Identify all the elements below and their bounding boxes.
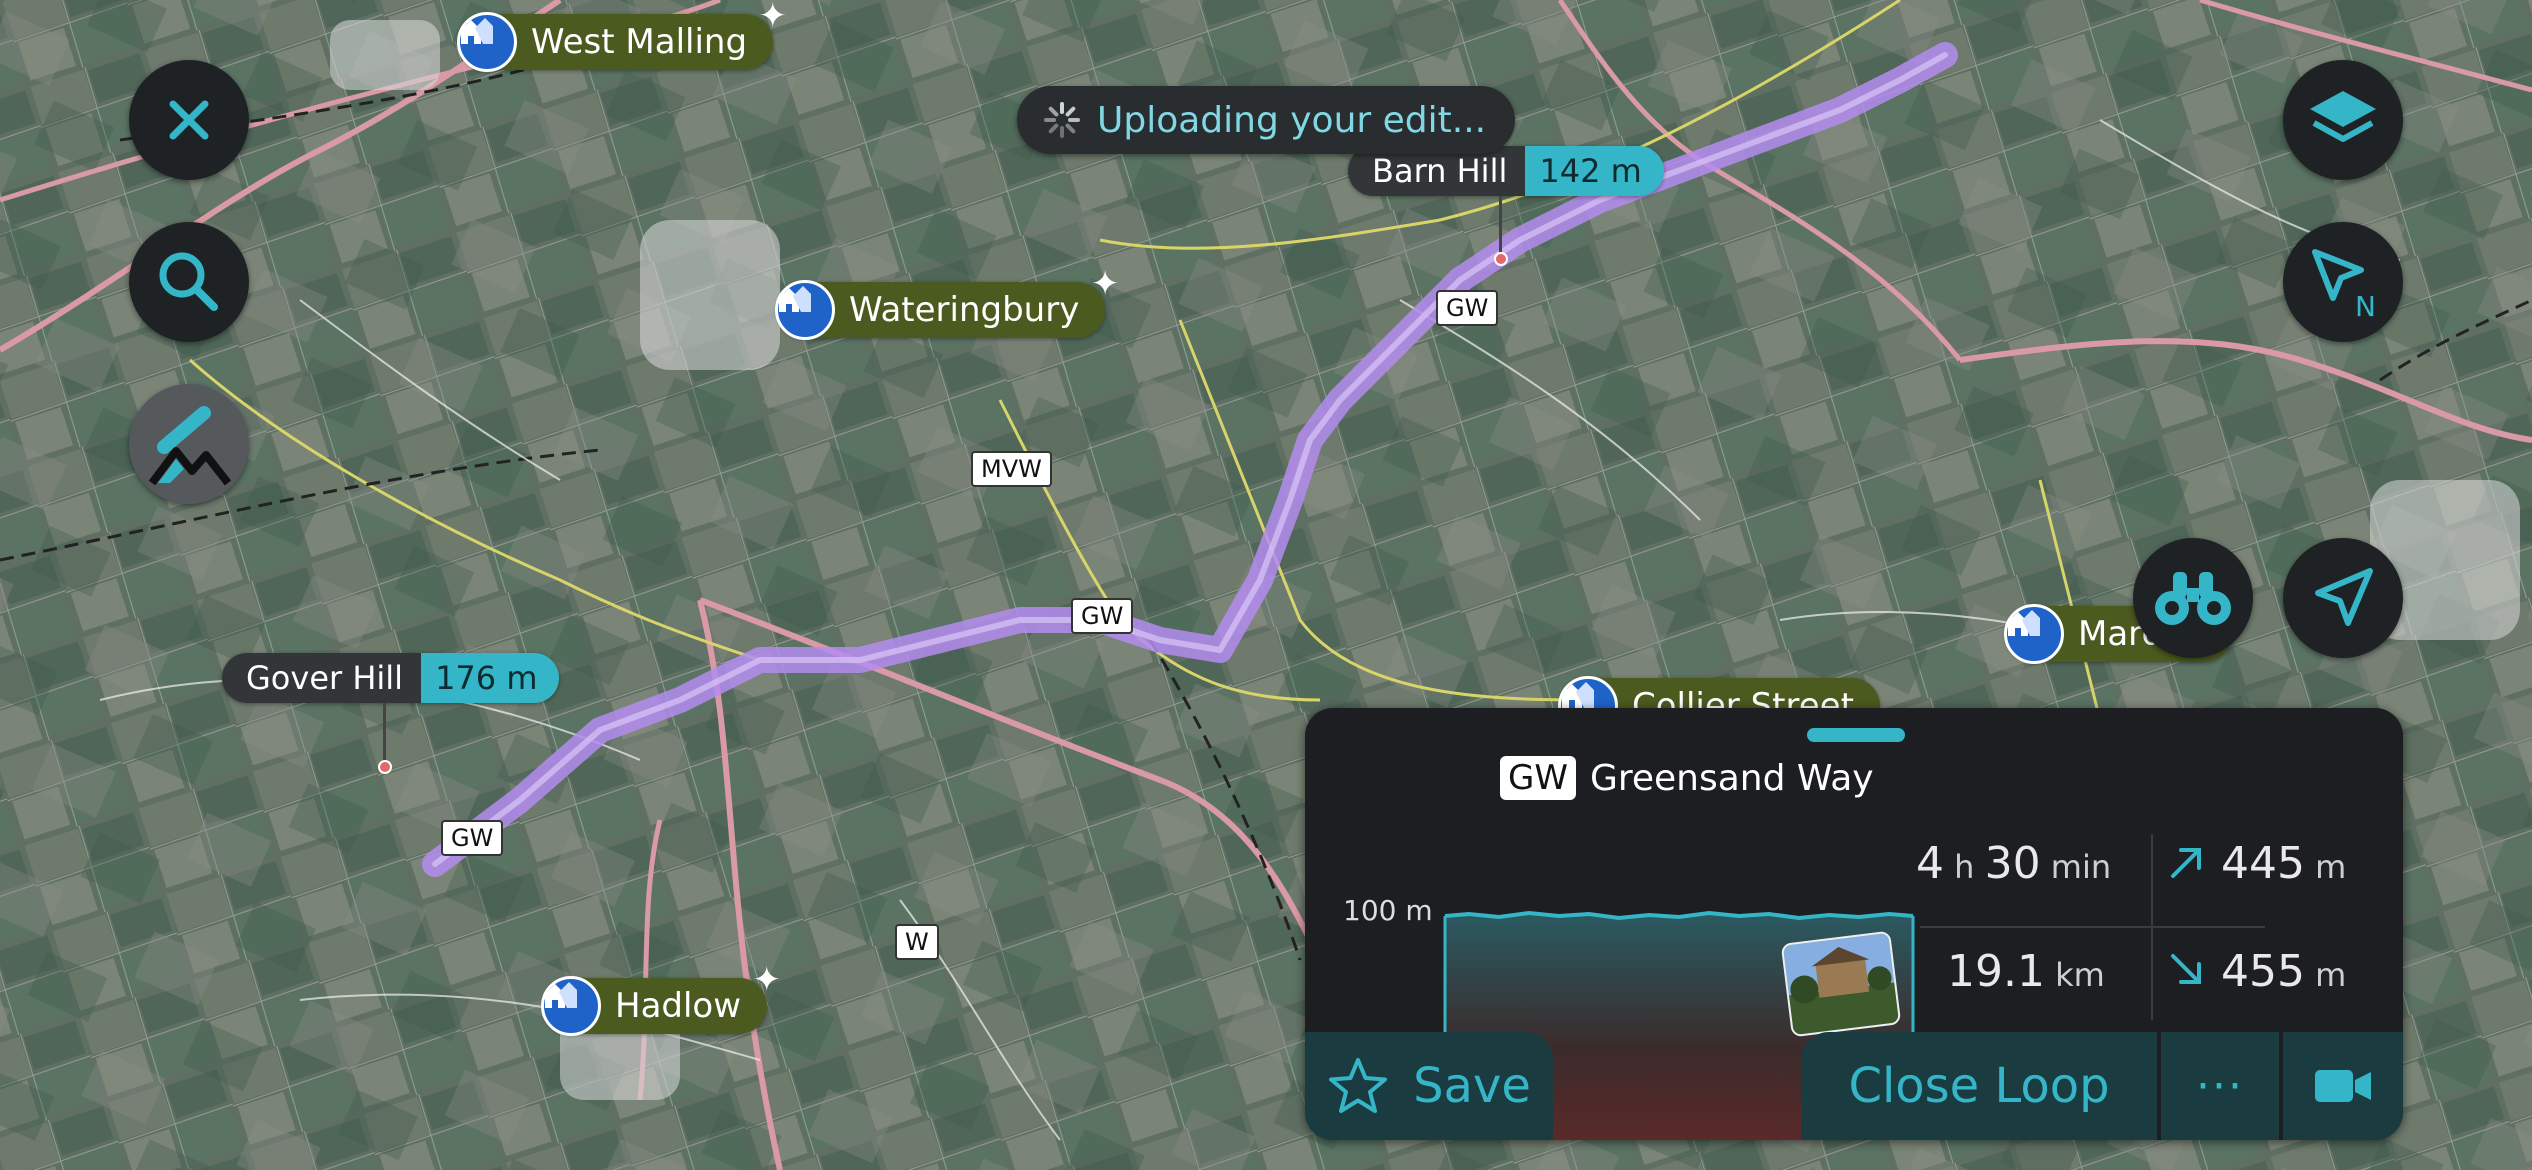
town-icon	[541, 976, 601, 1036]
town-icon	[457, 12, 517, 72]
place-name: Wateringbury	[849, 290, 1080, 330]
close-button[interactable]	[129, 60, 249, 180]
my-location-icon	[2315, 568, 2373, 626]
route-marker: GW	[441, 820, 504, 856]
peak-marker	[1494, 252, 1508, 266]
peak-finder-icon	[148, 406, 232, 486]
loading-spinner-icon	[1044, 102, 1080, 138]
elevation-axis-label: 100 m	[1343, 894, 1433, 927]
upload-status-text: Uploading your edit...	[1097, 99, 1487, 141]
place-label-west-malling[interactable]: West Malling ✦	[457, 0, 787, 72]
descent-stat: 455 m	[2167, 946, 2346, 997]
close-loop-button[interactable]: Close Loop	[1801, 1032, 2157, 1140]
peak-marker	[378, 760, 392, 774]
duration-stat: 4 h 30 min	[1916, 838, 2112, 889]
trail-name: Greensand Way	[1589, 757, 1874, 799]
save-label: Save	[1413, 1058, 1531, 1114]
more-icon: ···	[2196, 1060, 2244, 1112]
ascent-arrow-icon	[2171, 848, 2201, 878]
sparkle-icon: ✦	[758, 0, 788, 36]
north-compass-icon: N	[2312, 249, 2376, 322]
trail-title: GW Greensand Way	[1500, 756, 1874, 800]
place-label-hadlow[interactable]: Hadlow ✦	[541, 960, 781, 1036]
upload-status-toast: Uploading your edit...	[1017, 86, 1515, 154]
compass-button[interactable]: N	[2283, 222, 2403, 342]
close-loop-label: Close Loop	[1848, 1058, 2110, 1114]
svg-text:N: N	[2355, 290, 2376, 322]
route-marker: GW	[1071, 598, 1134, 634]
peak-pin-line	[1499, 196, 1502, 258]
route-marker: W	[895, 924, 939, 960]
save-button[interactable]: Save	[1305, 1032, 1553, 1140]
my-location-button[interactable]	[2283, 538, 2403, 658]
place-label-wateringbury[interactable]: Wateringbury ✦	[775, 264, 1119, 340]
video-camera-icon	[2315, 1070, 2371, 1102]
route-stats: 4 h 30 min 19.1 km 445 m 455 m	[1905, 826, 2365, 1020]
route-marker: GW	[1436, 290, 1499, 326]
peak-pin-line	[383, 703, 386, 765]
distance-stat: 19.1 km	[1947, 946, 2105, 997]
peak-label-gover-hill[interactable]: Gover Hill 176 m	[222, 653, 560, 703]
search-button[interactable]	[129, 222, 249, 342]
panel-drag-handle[interactable]	[1807, 728, 1905, 742]
sparkle-icon: ✦	[752, 960, 782, 1000]
place-name: Hadlow	[615, 986, 742, 1026]
place-name: West Malling	[531, 22, 748, 62]
photo-image	[1782, 932, 1900, 1036]
binoculars-icon	[2155, 572, 2231, 625]
peak-view-button[interactable]	[129, 384, 249, 504]
layers-icon	[2310, 91, 2376, 142]
binoculars-button[interactable]	[2133, 538, 2253, 658]
layers-button[interactable]	[2283, 60, 2403, 180]
trail-code-badge: GW	[1500, 756, 1576, 800]
search-icon	[159, 252, 218, 311]
sparkle-icon: ✦	[1090, 264, 1120, 304]
flyover-video-button[interactable]	[2283, 1032, 2403, 1140]
town-icon	[2004, 604, 2064, 664]
star-icon	[1329, 1058, 1388, 1113]
descent-arrow-icon	[2171, 954, 2201, 984]
route-info-panel: GW Greensand Way 100 m 4 h 30 min 19.1 k…	[1305, 708, 2403, 1140]
route-marker: MVW	[971, 451, 1052, 487]
ascent-stat: 445 m	[2167, 838, 2346, 889]
more-options-button[interactable]: ···	[2161, 1032, 2279, 1140]
peak-elevation: 142 m	[1525, 146, 1664, 196]
town-icon	[775, 280, 835, 340]
close-icon	[169, 100, 209, 140]
peak-elevation: 176 m	[421, 653, 560, 703]
peak-name: Gover Hill	[222, 653, 422, 703]
panel-action-bar: Save Close Loop ···	[1305, 1032, 2403, 1140]
route-photo-thumbnail[interactable]	[1780, 930, 1902, 1038]
stats-divider-horizontal	[1920, 926, 2265, 928]
